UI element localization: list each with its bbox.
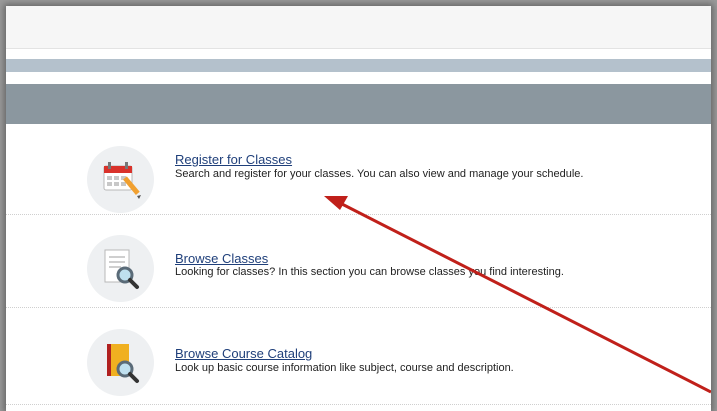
book-search-icon	[87, 329, 154, 396]
top-bar	[6, 6, 711, 49]
browse-classes-description: Looking for classes? In this section you…	[175, 266, 564, 278]
register-for-classes-link[interactable]: Register for Classes	[175, 152, 292, 167]
document-search-icon	[87, 235, 154, 302]
header-band	[6, 84, 711, 124]
browse-classes-link[interactable]: Browse Classes	[175, 251, 268, 266]
separator	[6, 404, 711, 405]
calendar-icon	[87, 146, 154, 213]
browse-course-catalog-link[interactable]: Browse Course Catalog	[175, 346, 312, 361]
separator	[6, 307, 711, 308]
browser-frame: Register for Classes Search and register…	[6, 6, 711, 411]
header-stripe	[6, 59, 711, 72]
register-for-classes-description: Search and register for your classes. Yo…	[175, 168, 584, 180]
separator	[6, 214, 711, 215]
browse-course-catalog-description: Look up basic course information like su…	[175, 362, 514, 374]
